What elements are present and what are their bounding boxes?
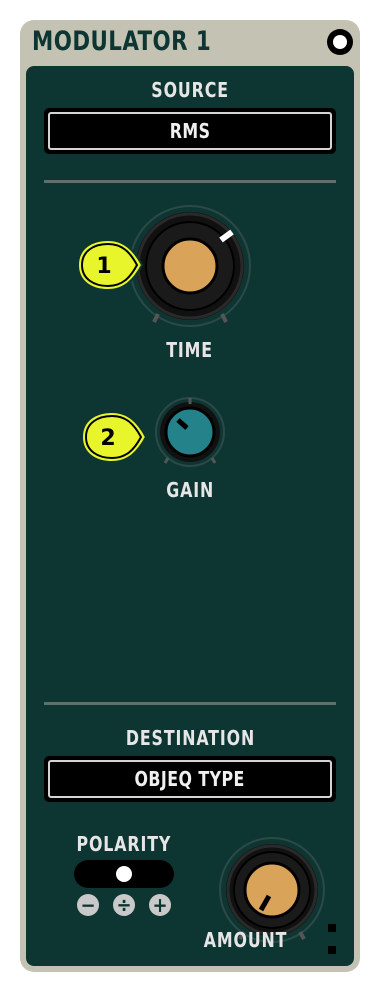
polarity-bipolar-button[interactable]: ÷ (113, 894, 135, 916)
amount-label: AMOUNT (204, 928, 288, 952)
time-label: TIME (166, 338, 214, 362)
destination-label: DESTINATION (125, 726, 255, 750)
destination-value-box: OBJEQ TYPE (48, 760, 332, 798)
source-selector[interactable]: RMS (44, 108, 336, 154)
modulator-panel: MODULATOR 1 SOURCE RMS 1 TIME 2 GAIN DES… (20, 20, 360, 972)
divider-bottom (44, 702, 336, 705)
power-led-button[interactable] (327, 29, 353, 55)
gain-badge-number: 2 (100, 426, 115, 451)
amount-meter-top (328, 924, 336, 932)
modulator-body: SOURCE RMS 1 TIME 2 GAIN DESTINATION OBJ… (26, 66, 354, 966)
destination-value: OBJEQ TYPE (134, 767, 246, 791)
amount-meter-bottom (328, 946, 336, 954)
divider-top (44, 180, 336, 183)
time-badge: 1 (76, 238, 144, 292)
source-value: RMS (169, 119, 211, 143)
source-label: SOURCE (151, 78, 229, 102)
module-title: MODULATOR 1 (32, 26, 212, 57)
polarity-label: POLARITY (76, 832, 172, 856)
polarity-minus-button[interactable]: − (77, 894, 99, 916)
time-badge-number: 1 (96, 254, 111, 279)
gain-badge: 2 (80, 410, 148, 464)
polarity-switch[interactable] (74, 860, 174, 888)
polarity-plus-button[interactable]: + (149, 894, 171, 916)
gain-label: GAIN (166, 478, 214, 502)
gain-knob[interactable] (154, 396, 226, 468)
destination-selector[interactable]: OBJEQ TYPE (44, 756, 336, 802)
polarity-switch-handle[interactable] (116, 866, 132, 882)
source-value-box: RMS (48, 112, 332, 150)
